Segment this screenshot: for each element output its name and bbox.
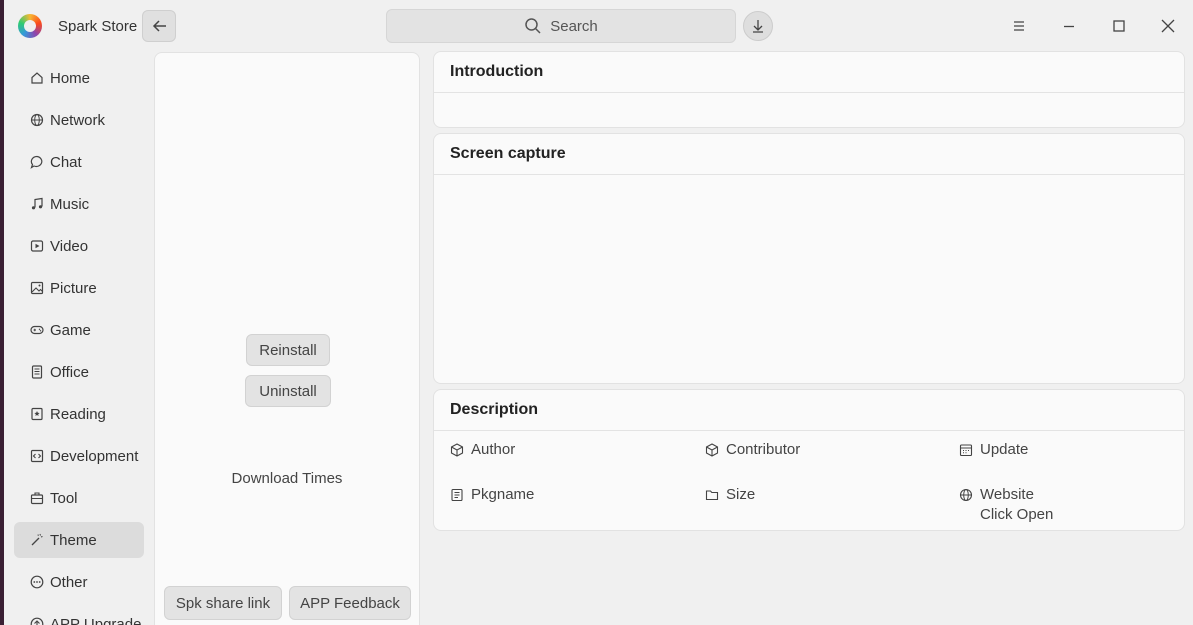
pkgname-label: Pkgname [471,486,535,503]
sidebar-item-game[interactable]: Game [14,312,144,348]
globe-icon [30,113,44,127]
chat-icon [30,155,43,169]
description-title: Description [434,390,1184,431]
download-times-label: Download Times [231,470,343,487]
author-label: Author [471,441,516,458]
spark-store-window: Spark Store Search Home Network Chat Mus… [4,0,1193,625]
sidebar-item-label: Chat [50,153,82,171]
sidebar-item-label: Tool [50,489,78,507]
sidebar-item-development[interactable]: Development [14,438,144,474]
screen-capture-card: Screen capture [433,133,1185,384]
update-field: Update [959,441,1028,458]
category-sidebar: Home Network Chat Music Video Picture Ga… [14,60,144,625]
upgrade-icon [30,617,44,625]
update-label: Update [980,441,1029,458]
app-action-panel: Reinstall Uninstall Download Times Spk s… [154,52,420,625]
search-placeholder: Search [550,17,598,35]
package-icon [705,442,719,457]
back-button[interactable] [142,10,176,42]
close-button[interactable] [1156,14,1180,38]
ellipsis-icon [30,575,44,589]
description-card: Description Author Contributor Update Pk… [433,389,1185,531]
sidebar-item-label: Office [50,363,89,381]
maximize-icon [1113,20,1125,32]
arrow-left-icon [152,20,166,32]
gamepad-icon [30,325,44,335]
size-label: Size [726,486,756,503]
sidebar-item-label: Development [50,447,139,465]
document-icon [31,365,43,379]
sidebar-item-label: Picture [50,279,97,297]
minimize-icon [1064,25,1074,28]
hamburger-menu-icon [1014,21,1024,31]
sidebar-item-reading[interactable]: Reading [14,396,144,432]
sidebar-item-tool[interactable]: Tool [14,480,144,516]
code-icon [30,449,44,463]
contributor-field: Contributor [705,441,800,458]
sidebar-item-video[interactable]: Video [14,228,144,264]
sidebar-item-label: Game [50,321,91,339]
toolbox-icon [30,492,44,505]
close-icon [1161,19,1175,33]
package-icon [450,442,464,457]
search-bar[interactable]: Search [386,9,736,43]
sidebar-item-office[interactable]: Office [14,354,144,390]
book-icon [31,407,43,421]
author-field: Author [450,441,515,458]
minimize-button[interactable] [1057,14,1081,38]
spk-share-link-button[interactable]: Spk share link [164,586,282,620]
sidebar-item-label: APP Upgrade [50,615,142,625]
globe-icon [959,488,973,501]
sidebar-item-app-upgrade[interactable]: APP Upgrade [14,606,144,625]
image-icon [30,281,44,295]
titlebar: Spark Store Search [4,0,1193,52]
maximize-button[interactable] [1107,14,1131,38]
sidebar-item-theme[interactable]: Theme [14,522,144,558]
sidebar-item-label: Music [50,195,90,213]
website-label: Website [980,486,1034,503]
size-field: Size [705,486,755,503]
sidebar-item-music[interactable]: Music [14,186,144,222]
downloads-button[interactable] [743,11,773,41]
sidebar-item-label: Video [50,237,89,255]
pkgname-field: Pkgname [450,486,534,503]
website-field: Website [959,486,1034,503]
sidebar-item-label: Theme [50,531,97,549]
download-icon [753,20,763,33]
uninstall-button[interactable]: Uninstall [245,375,331,407]
sidebar-item-label: Reading [50,405,106,423]
sidebar-item-other[interactable]: Other [14,564,144,600]
website-open-link[interactable]: Click Open [980,506,1053,523]
introduction-title: Introduction [434,52,1184,93]
sidebar-item-network[interactable]: Network [14,102,144,138]
music-icon [31,197,43,210]
home-icon [31,72,43,84]
folder-icon [705,489,719,500]
sidebar-item-picture[interactable]: Picture [14,270,144,306]
magic-wand-icon [31,533,43,546]
document-icon [451,488,463,501]
sidebar-item-chat[interactable]: Chat [14,144,144,180]
search-icon [525,18,541,34]
sidebar-item-label: Home [50,69,91,87]
app-title: Spark Store [58,18,138,35]
reinstall-button[interactable]: Reinstall [246,334,330,366]
calendar-icon [959,443,973,456]
app-logo-icon [18,14,42,38]
menu-button[interactable] [1007,14,1031,38]
contributor-label: Contributor [726,441,801,458]
sidebar-item-home[interactable]: Home [14,60,144,96]
introduction-card: Introduction [433,51,1185,128]
video-icon [30,240,44,252]
sidebar-item-label: Other [50,573,88,591]
app-feedback-button[interactable]: APP Feedback [289,586,411,620]
sidebar-item-label: Network [50,111,106,129]
screen-capture-title: Screen capture [434,134,1184,175]
